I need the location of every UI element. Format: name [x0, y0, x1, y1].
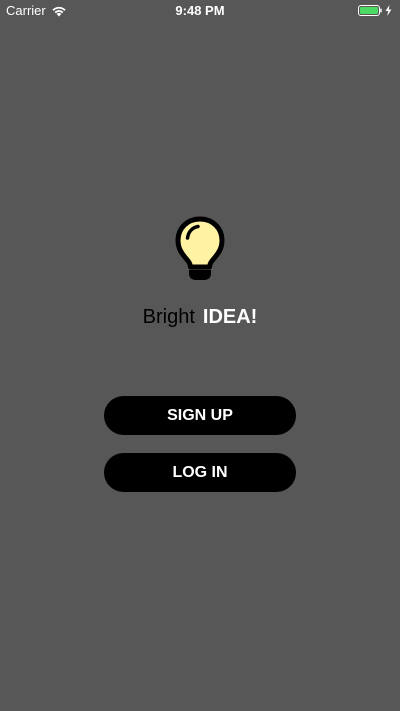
status-time: 9:48 PM	[175, 3, 225, 18]
brand-title: Bright IDEA!	[0, 306, 400, 329]
sign-up-button[interactable]: SIGN UP	[104, 396, 296, 435]
status-bar: Carrier 9:48 PM	[0, 0, 400, 20]
charging-bolt-icon	[385, 4, 392, 16]
brand-word-bright: Bright	[142, 306, 195, 328]
battery-status	[358, 4, 392, 16]
lightbulb-icon	[175, 216, 225, 282]
brand-word-idea: IDEA!	[202, 306, 258, 328]
log-in-button[interactable]: LOG IN	[104, 453, 296, 492]
battery-icon	[358, 4, 382, 16]
